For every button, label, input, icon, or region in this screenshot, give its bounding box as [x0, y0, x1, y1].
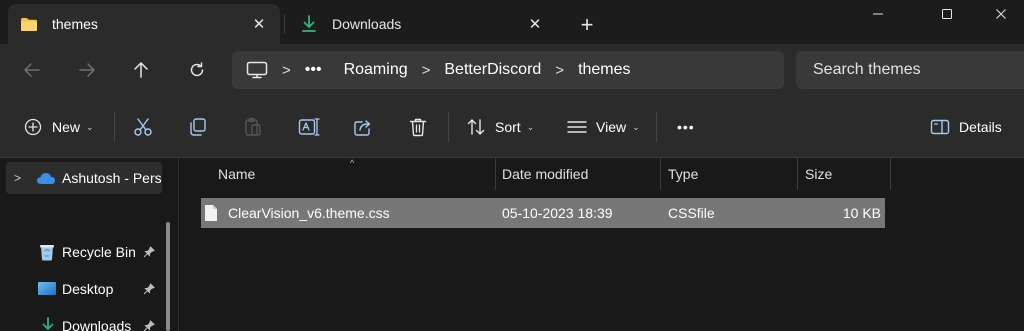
minimize-icon[interactable] — [855, 0, 901, 28]
details-label: Details — [959, 119, 1002, 135]
chevron-right-icon[interactable]: > — [555, 62, 564, 79]
nav-item-label: Ashutosh - Perso — [62, 170, 162, 186]
column-divider[interactable] — [660, 158, 661, 190]
nav-item-recycle-bin[interactable]: Recycle Bin — [0, 236, 178, 268]
file-list: ^ Name Date modified Type Size ClearVisi… — [179, 158, 1024, 331]
command-bar: New ⌄ Sort ⌄ View ⌄ ••• Details — [0, 96, 1024, 158]
sort-icon — [467, 119, 485, 135]
trash-icon — [409, 118, 427, 137]
onedrive-icon — [36, 169, 56, 187]
column-header-type[interactable]: Type — [668, 158, 698, 190]
breadcrumb-betterdiscord[interactable]: BetterDiscord — [444, 61, 541, 79]
file-type: CSSfile — [668, 205, 715, 221]
close-tab-icon[interactable]: ✕ — [520, 9, 550, 39]
toolbar-divider — [114, 112, 115, 142]
cut-icon — [134, 118, 152, 136]
download-icon — [300, 15, 318, 32]
tab-bar: themes ✕ Downloads ✕ + — [0, 0, 1024, 44]
share-icon — [354, 120, 371, 136]
share-button[interactable] — [353, 111, 373, 143]
close-tab-icon[interactable]: ✕ — [244, 9, 274, 39]
column-divider[interactable] — [797, 158, 798, 190]
copy-icon — [190, 118, 206, 136]
cut-button[interactable] — [133, 111, 153, 143]
more-options-icon[interactable]: ••• — [677, 111, 695, 143]
delete-button[interactable] — [409, 111, 427, 143]
chevron-right-icon[interactable]: > — [422, 62, 431, 79]
tab-themes[interactable]: themes ✕ — [8, 4, 280, 44]
sort-button[interactable]: Sort ⌄ — [466, 111, 534, 143]
column-header-size[interactable]: Size — [805, 158, 832, 190]
toolbar-divider — [448, 112, 449, 142]
tab-label: Downloads — [332, 16, 402, 32]
file-size: 10 KB — [842, 205, 881, 221]
navigation-pane: > Ashutosh - Perso Recycle Bin Desktop D… — [0, 158, 178, 331]
search-input[interactable]: Search themes — [796, 51, 1024, 89]
new-label: New — [52, 119, 81, 135]
tab-downloads[interactable]: Downloads ✕ — [288, 4, 556, 44]
table-row[interactable]: ClearVision_v6.theme.css 05-10-2023 18:3… — [201, 198, 885, 228]
view-label: View — [596, 119, 627, 135]
chevron-down-icon: ⌄ — [526, 121, 535, 132]
sort-ascending-icon: ^ — [350, 158, 355, 168]
view-button[interactable]: View ⌄ — [567, 111, 640, 143]
forward-icon[interactable] — [71, 54, 103, 86]
chevron-right-icon[interactable]: > — [282, 62, 291, 79]
recycle-bin-icon — [37, 243, 57, 261]
copy-button[interactable] — [188, 111, 208, 143]
file-icon — [204, 198, 218, 228]
view-icon — [567, 121, 587, 133]
nav-scrollbar[interactable] — [166, 222, 170, 331]
back-icon[interactable] — [16, 54, 48, 86]
close-window-icon[interactable] — [978, 0, 1024, 28]
nav-item-desktop[interactable]: Desktop — [0, 273, 178, 305]
rename-button[interactable] — [298, 111, 320, 143]
nav-item-label: Recycle Bin — [62, 244, 136, 260]
chevron-right-icon[interactable]: > — [14, 171, 21, 185]
address-row: > ••• Roaming > BetterDiscord > themes S… — [0, 44, 1024, 96]
column-header-name[interactable]: Name — [218, 158, 255, 190]
column-header-date-modified[interactable]: Date modified — [502, 158, 588, 190]
pin-icon[interactable] — [142, 282, 156, 296]
details-pane-icon — [930, 119, 950, 135]
new-button[interactable]: New ⌄ — [24, 111, 94, 143]
chevron-down-icon: ⌄ — [632, 121, 640, 132]
toolbar-divider — [656, 112, 657, 142]
breadcrumb-overflow[interactable]: ••• — [305, 61, 322, 79]
chevron-down-icon: ⌄ — [86, 121, 94, 132]
pin-icon[interactable] — [142, 245, 156, 259]
nav-item-onedrive[interactable]: > Ashutosh - Perso — [6, 162, 162, 194]
desktop-icon — [37, 280, 57, 298]
search-placeholder: Search themes — [813, 61, 921, 78]
nav-item-downloads[interactable]: Downloads — [0, 310, 178, 331]
sort-label: Sort — [495, 119, 521, 135]
tab-label: themes — [52, 16, 98, 32]
download-icon — [38, 317, 58, 331]
tab-divider — [284, 14, 285, 34]
refresh-icon[interactable] — [181, 54, 213, 86]
up-icon[interactable] — [125, 54, 157, 86]
paste-button[interactable] — [243, 111, 263, 143]
breadcrumb-themes[interactable]: themes — [578, 61, 630, 79]
maximize-icon[interactable] — [924, 0, 970, 28]
new-tab-icon[interactable]: + — [572, 10, 602, 40]
this-pc-icon[interactable] — [246, 61, 268, 79]
nav-item-label: Desktop — [62, 281, 114, 297]
paste-icon — [245, 117, 261, 136]
breadcrumb-roaming[interactable]: Roaming — [344, 61, 408, 79]
file-name: ClearVision_v6.theme.css — [228, 205, 390, 221]
pin-icon[interactable] — [142, 319, 156, 331]
rename-icon — [298, 118, 320, 136]
new-icon — [24, 118, 42, 136]
nav-item-label: Downloads — [62, 318, 132, 331]
column-divider[interactable] — [890, 158, 891, 190]
column-divider[interactable] — [495, 158, 496, 190]
details-button[interactable]: Details — [930, 111, 1002, 143]
folder-icon — [20, 16, 38, 32]
address-bar[interactable]: > ••• Roaming > BetterDiscord > themes — [232, 51, 784, 89]
file-date-modified: 05-10-2023 18:39 — [502, 205, 613, 221]
